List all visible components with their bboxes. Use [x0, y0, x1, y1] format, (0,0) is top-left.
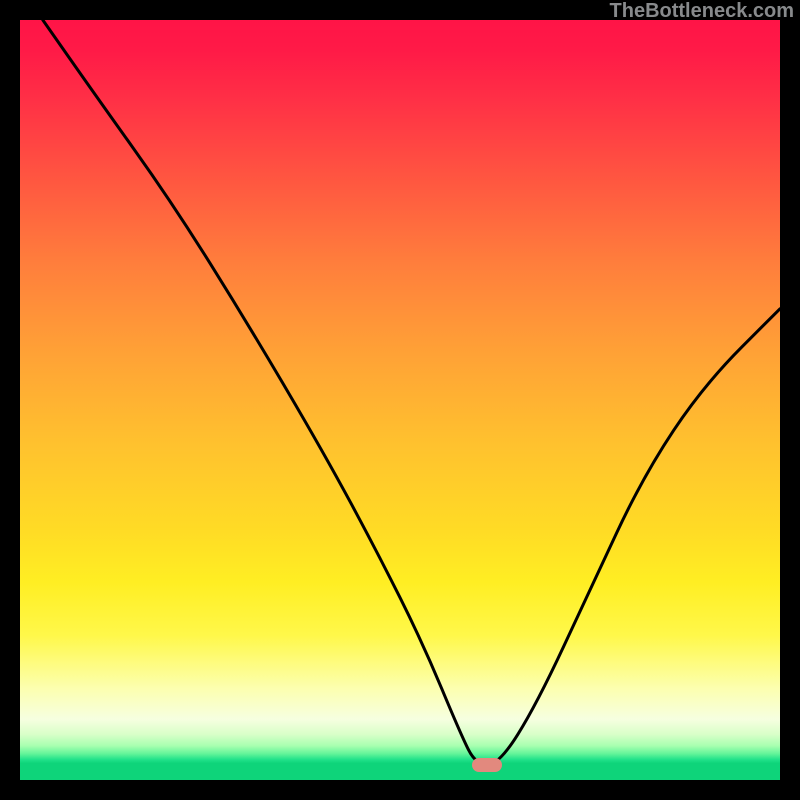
bottleneck-curve-path	[43, 20, 780, 765]
plot-area	[20, 20, 780, 780]
optimum-marker	[472, 758, 502, 772]
chart-frame: TheBottleneck.com	[0, 0, 800, 800]
curve-svg	[20, 20, 780, 780]
